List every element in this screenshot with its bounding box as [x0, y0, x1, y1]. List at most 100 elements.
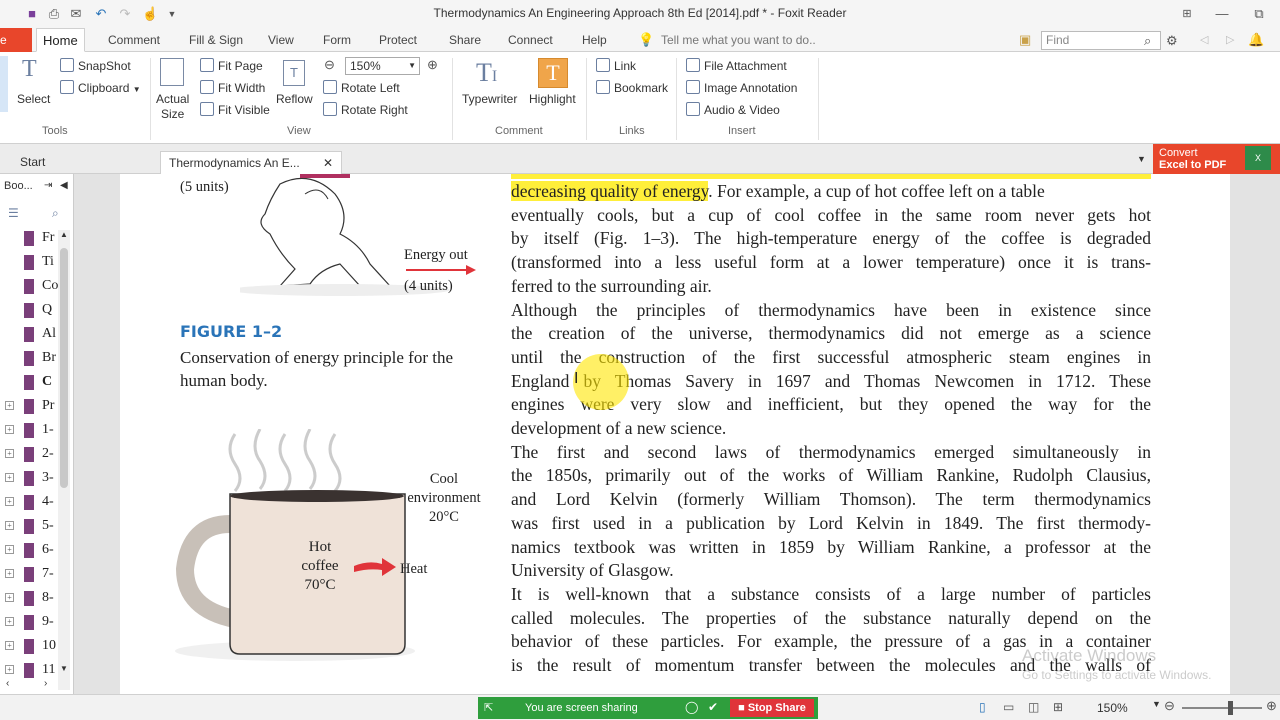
expand-icon[interactable]: +: [5, 425, 14, 434]
file-attachment-button[interactable]: File Attachment: [686, 58, 787, 73]
file-tab[interactable]: e: [0, 28, 32, 52]
zoom-dropdown-icon[interactable]: ▼: [1152, 699, 1161, 709]
folder-search-icon[interactable]: ▣: [1019, 32, 1031, 48]
bookmark-item[interactable]: Q: [0, 300, 58, 324]
stop-share-button[interactable]: ■ Stop Share: [730, 699, 814, 717]
expand-icon[interactable]: +: [5, 593, 14, 602]
gear-icon[interactable]: ⚙: [1166, 33, 1178, 49]
bookmark-item[interactable]: +7-: [0, 564, 58, 588]
snapshot-button[interactable]: SnapShot: [60, 58, 131, 73]
expand-icon[interactable]: +: [5, 665, 14, 674]
ribbon-toggle-icon[interactable]: ⊞: [1172, 4, 1202, 24]
tab-share[interactable]: Share: [443, 28, 487, 52]
expand-icon[interactable]: +: [5, 473, 14, 482]
reflow-label[interactable]: Reflow: [276, 92, 313, 106]
zoom-slider-thumb[interactable]: [1228, 701, 1233, 715]
zoom-in-icon[interactable]: ⊕: [1266, 698, 1277, 714]
select-label[interactable]: Select: [17, 92, 50, 106]
bookmark-item[interactable]: Br: [0, 348, 58, 372]
tab-list-dropdown-icon[interactable]: ▼: [1137, 154, 1146, 164]
notification-bell-icon[interactable]: 🔔: [1248, 32, 1264, 48]
check-icon[interactable]: ✔: [708, 700, 718, 714]
tab-comment[interactable]: Comment: [102, 28, 166, 52]
reflow-icon[interactable]: T: [283, 60, 305, 86]
zoom-out-icon[interactable]: ⊖: [324, 57, 335, 73]
actual-size-icon[interactable]: [160, 58, 184, 86]
continuous-view-icon[interactable]: ▭: [1003, 700, 1014, 714]
expand-icon[interactable]: +: [5, 449, 14, 458]
zoom-in-icon[interactable]: ⊕: [427, 57, 438, 73]
bookmark-options-icon[interactable]: ☰: [8, 206, 19, 220]
image-annotation-button[interactable]: Image Annotation: [686, 80, 797, 95]
facing-view-icon[interactable]: ◫: [1028, 700, 1039, 714]
highlight-icon[interactable]: T: [538, 58, 568, 88]
minimize-button[interactable]: —: [1207, 4, 1237, 24]
tab-fill-sign[interactable]: Fill & Sign: [183, 28, 249, 52]
bookmark-item[interactable]: Al: [0, 324, 58, 348]
scroll-up-icon[interactable]: ▲: [60, 230, 68, 239]
bookmark-item[interactable]: +1-: [0, 420, 58, 444]
zoom-select[interactable]: 150% ▼: [345, 57, 420, 75]
next-result-icon[interactable]: ▷: [1226, 33, 1234, 46]
bookmark-item[interactable]: Fr: [0, 228, 58, 252]
expand-icon[interactable]: +: [5, 617, 14, 626]
expand-icon[interactable]: +: [5, 569, 14, 578]
expand-icon[interactable]: +: [5, 521, 14, 530]
clipboard-button[interactable]: Clipboard ▼: [60, 80, 141, 95]
scroll-right-icon[interactable]: ›: [44, 678, 47, 689]
prev-result-icon[interactable]: ◁: [1200, 33, 1208, 46]
zoom-out-icon[interactable]: ⊖: [1164, 698, 1175, 714]
find-input[interactable]: Find: [1041, 31, 1161, 50]
zoom-slider[interactable]: [1182, 707, 1262, 709]
tell-me-input[interactable]: Tell me what you want to do..: [661, 28, 816, 52]
maximize-button[interactable]: ⧉: [1244, 4, 1274, 24]
tab-document[interactable]: Thermodynamics An E... ✕: [160, 151, 342, 174]
search-icon[interactable]: ⌕: [1144, 33, 1151, 49]
fit-width-button[interactable]: Fit Width: [200, 80, 265, 95]
pin-icon[interactable]: ⇱: [484, 701, 493, 714]
tab-help[interactable]: Help: [576, 28, 613, 52]
bookmark-item[interactable]: C: [0, 372, 58, 396]
hand-tool-button[interactable]: [0, 56, 8, 112]
rotate-right-button[interactable]: Rotate Right: [323, 102, 408, 117]
continuous-facing-view-icon[interactable]: ⊞: [1053, 700, 1063, 714]
tab-connect[interactable]: Connect: [502, 28, 559, 52]
highlight-label[interactable]: Highlight: [529, 92, 576, 106]
bookmark-item[interactable]: +10: [0, 636, 58, 660]
pause-share-icon[interactable]: ◯: [685, 700, 698, 714]
bookmarks-scroll-thumb[interactable]: [60, 248, 68, 488]
expand-panel-icon[interactable]: ⇥: [44, 180, 52, 191]
collapse-panel-icon[interactable]: ◀: [60, 180, 68, 191]
tab-view[interactable]: View: [262, 28, 300, 52]
single-page-view-icon[interactable]: ▯: [979, 700, 986, 714]
bookmark-item[interactable]: +8-: [0, 588, 58, 612]
expand-icon[interactable]: +: [5, 545, 14, 554]
bookmark-item[interactable]: +5-: [0, 516, 58, 540]
close-tab-icon[interactable]: ✕: [323, 152, 333, 174]
convert-excel-to-pdf-button[interactable]: Convert Excel to PDF X: [1153, 144, 1280, 174]
bookmark-item[interactable]: +3-: [0, 468, 58, 492]
rotate-left-button[interactable]: Rotate Left: [323, 80, 400, 95]
highlighted-text[interactable]: decreasing quality of energy: [511, 181, 709, 201]
fit-visible-button[interactable]: Fit Visible: [200, 102, 270, 117]
bookmark-item[interactable]: Co: [0, 276, 58, 300]
bookmark-item[interactable]: +2-: [0, 444, 58, 468]
expand-icon[interactable]: +: [5, 497, 14, 506]
bookmark-item[interactable]: +9-: [0, 612, 58, 636]
select-button[interactable]: T: [20, 56, 50, 90]
tab-protect[interactable]: Protect: [373, 28, 423, 52]
expand-icon[interactable]: +: [5, 401, 14, 410]
bookmark-item[interactable]: + Pr: [0, 396, 58, 420]
bookmark-item[interactable]: +6-: [0, 540, 58, 564]
tab-home[interactable]: Home: [36, 28, 85, 52]
scroll-down-icon[interactable]: ▼: [60, 664, 68, 673]
link-button[interactable]: Link: [596, 58, 636, 73]
expand-icon[interactable]: +: [5, 641, 14, 650]
bookmark-item[interactable]: Ti: [0, 252, 58, 276]
typewriter-label[interactable]: Typewriter: [462, 92, 517, 106]
tab-start[interactable]: Start: [12, 151, 53, 174]
audio-video-button[interactable]: Audio & Video: [686, 102, 780, 117]
zoom-level[interactable]: 150%: [1097, 701, 1128, 715]
bookmark-item[interactable]: +4-: [0, 492, 58, 516]
document-viewer[interactable]: (5 units) Energy out (4 units) FIGURE 1–…: [74, 174, 1280, 694]
